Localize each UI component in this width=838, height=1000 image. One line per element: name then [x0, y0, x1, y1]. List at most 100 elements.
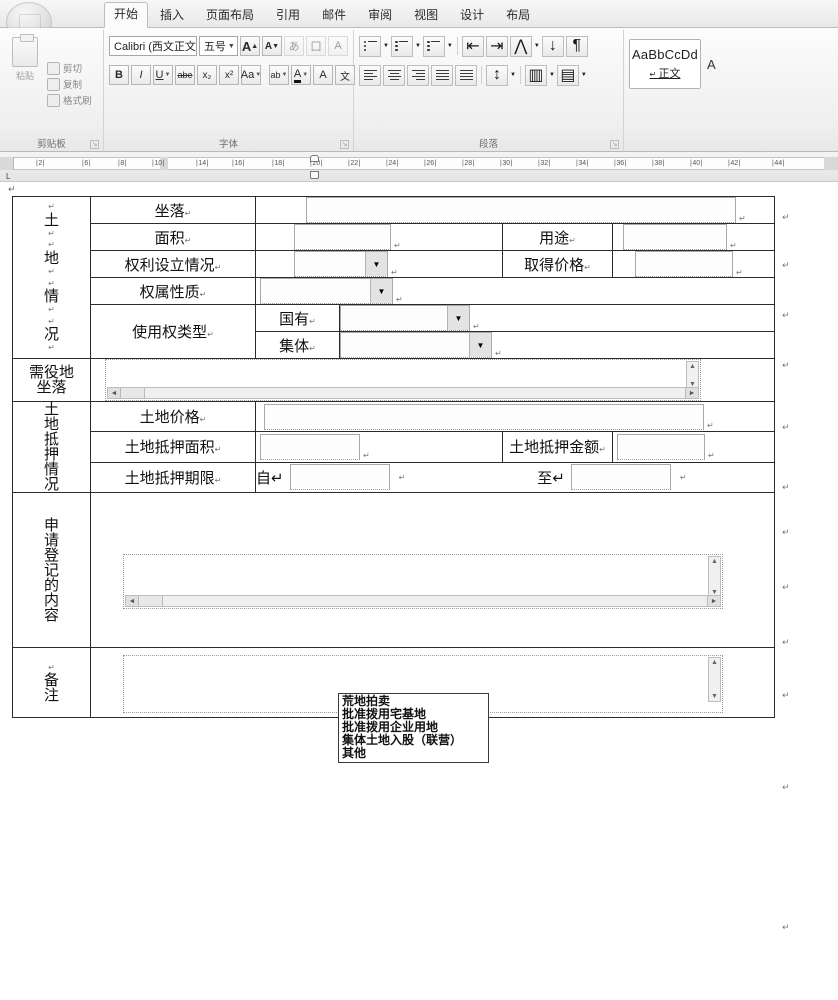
dropdown-option[interactable]: 其他: [339, 747, 488, 760]
style-next-preview[interactable]: A: [707, 57, 716, 72]
label-acquire-price: 取得价格↵: [502, 250, 613, 278]
document-canvas[interactable]: ↵ ↵ 土 ↵ ↵ 地 ↵ ↵ 情 ↵ ↵ 况 ↵ 坐落↵ ↵ 面积↵ ↵ 用途…: [0, 182, 838, 1000]
distribute-button[interactable]: [455, 64, 477, 86]
scroll-right-icon[interactable]: ►: [685, 388, 698, 398]
font-color-button[interactable]: A ▼: [291, 65, 311, 85]
shrink-font-button[interactable]: A ▼: [262, 36, 282, 56]
land-price-input[interactable]: [264, 403, 704, 430]
collective-dropdown-list[interactable]: 荒地拍卖 批准拨用宅基地 批准拨用企业用地 集体土地入股（联营） 其他: [338, 693, 489, 763]
decrease-indent-button[interactable]: ⇤: [461, 35, 484, 57]
tab-page-layout[interactable]: 页面布局: [196, 3, 264, 28]
tab-stop-selector[interactable]: L: [6, 172, 10, 181]
borders-button[interactable]: ▤: [556, 64, 579, 86]
horizontal-scrollbar[interactable]: ◄ ►: [107, 387, 699, 399]
subscript-button[interactable]: x₂: [197, 65, 217, 85]
label-location-text: 坐落: [154, 202, 185, 220]
multilevel-list-button[interactable]: [422, 35, 445, 57]
style-normal[interactable]: AaBbCcDd 正文: [629, 39, 701, 89]
vertical-scrollbar[interactable]: ▲ ▼: [708, 555, 721, 598]
chevron-down-icon[interactable]: ▼: [447, 306, 469, 330]
ownership-nature-dropdown[interactable]: ▼: [260, 278, 393, 304]
grow-font-button[interactable]: A ▲: [240, 36, 260, 56]
justify-button[interactable]: [431, 64, 453, 86]
increase-indent-button[interactable]: ⇥: [485, 35, 508, 57]
text-effects-button[interactable]: A: [313, 65, 333, 85]
paragraph-mark: ↵: [782, 690, 790, 700]
chevron-down-icon[interactable]: ▼: [365, 252, 387, 276]
italic-button[interactable]: I: [131, 65, 151, 85]
scroll-left-icon[interactable]: ◄: [108, 388, 121, 398]
line-spacing-button[interactable]: ↕: [486, 64, 508, 86]
scroll-right-icon[interactable]: ►: [707, 595, 720, 606]
copy-button[interactable]: 复制: [47, 77, 92, 91]
sort-button[interactable]: ↓: [541, 35, 564, 57]
underline-button[interactable]: U ▼: [153, 65, 173, 85]
tab-design[interactable]: 设计: [450, 3, 494, 28]
bold-button[interactable]: B: [109, 65, 129, 85]
numbering-button[interactable]: [390, 35, 413, 57]
paste-button[interactable]: 粘贴: [5, 33, 45, 135]
mortgage-to-input[interactable]: [570, 464, 671, 491]
format-painter-button[interactable]: 格式刷: [47, 93, 92, 107]
hanging-indent-marker[interactable]: [310, 171, 319, 179]
apply-content-textbox[interactable]: ▲ ▼ ◄ ►: [123, 553, 723, 609]
paragraph-dialog-launcher[interactable]: ↘: [610, 140, 619, 149]
show-formatting-marks-button[interactable]: ¶: [565, 35, 588, 57]
align-center-button[interactable]: [383, 64, 405, 86]
label-mortgage-amount-text: 土地抵押金额: [509, 439, 600, 457]
scroll-up-icon[interactable]: ▲: [687, 362, 698, 371]
cut-button[interactable]: 剪切: [47, 61, 92, 75]
tab-view[interactable]: 视图: [404, 3, 448, 28]
character-border-button[interactable]: 囗: [306, 36, 326, 56]
tab-home[interactable]: 开始: [104, 2, 149, 28]
scroll-thumb[interactable]: [121, 388, 145, 398]
usage-input[interactable]: [623, 224, 727, 250]
vertical-scrollbar[interactable]: ▲ ▼: [686, 361, 699, 390]
mortgage-amount-input[interactable]: [617, 433, 705, 460]
servient-location-textbox[interactable]: ▲ ▼ ◄ ►: [105, 359, 701, 401]
chevron-down-icon[interactable]: ▼: [469, 333, 491, 357]
font-size-combo[interactable]: 五号 ▼: [198, 36, 238, 56]
scroll-thumb[interactable]: [139, 595, 163, 606]
tab-references[interactable]: 引用: [266, 3, 310, 28]
tab-layout[interactable]: 布局: [496, 3, 540, 28]
first-line-indent-marker[interactable]: [310, 155, 319, 162]
group-paragraph: ▼ ▼ ▼ ⇤ ⇥ ⋀ ▼ ↓ ¶ ↕ ▼ ▥ ▼ ▤ ▼ 段落 ↘: [354, 30, 624, 151]
text-highlight-button[interactable]: ab ▼: [269, 65, 289, 85]
scroll-up-icon[interactable]: ▲: [709, 658, 720, 667]
chevron-down-icon[interactable]: ▼: [370, 279, 392, 303]
tab-insert[interactable]: 插入: [150, 3, 194, 28]
mortgage-from-input[interactable]: [289, 464, 390, 491]
change-case-button[interactable]: Aa ▼: [241, 65, 261, 85]
font-dialog-launcher[interactable]: ↘: [340, 140, 349, 149]
state-owned-dropdown[interactable]: ▼: [340, 305, 470, 331]
vertical-char: 内: [43, 591, 59, 609]
mortgage-area-input[interactable]: [260, 433, 360, 460]
tab-review[interactable]: 审阅: [358, 3, 402, 28]
right-establish-dropdown[interactable]: ▼: [294, 251, 388, 277]
scroll-down-icon[interactable]: ▼: [709, 692, 720, 701]
section-label-remark: ↵ 备 注: [12, 647, 91, 718]
font-name-combo[interactable]: Calibri (西文正文) ▼: [109, 36, 197, 56]
scroll-up-icon[interactable]: ▲: [709, 557, 720, 566]
asian-layout-button[interactable]: ⋀: [509, 35, 532, 57]
enclose-character-button[interactable]: 文: [335, 65, 355, 85]
tab-mailings[interactable]: 邮件: [312, 3, 356, 28]
horizontal-scrollbar[interactable]: ◄ ►: [125, 594, 721, 607]
strikethrough-button[interactable]: abe: [175, 65, 195, 85]
location-input[interactable]: [306, 197, 736, 223]
phonetic-guide-button[interactable]: あ: [284, 36, 304, 56]
acquire-price-input[interactable]: [635, 251, 733, 277]
clear-formatting-button[interactable]: A: [328, 36, 348, 56]
superscript-button[interactable]: x²: [219, 65, 239, 85]
align-right-button[interactable]: [407, 64, 429, 86]
area-input[interactable]: [294, 224, 391, 250]
shading-button[interactable]: ▥: [524, 64, 547, 86]
collective-dropdown[interactable]: ▼: [340, 332, 492, 358]
bullets-button[interactable]: [359, 35, 381, 57]
vertical-scrollbar[interactable]: ▲ ▼: [708, 656, 721, 702]
align-left-button[interactable]: [359, 64, 381, 86]
scroll-left-icon[interactable]: ◄: [126, 595, 139, 606]
clipboard-dialog-launcher[interactable]: ↘: [90, 140, 99, 149]
horizontal-ruler[interactable]: L 2 6 8 10 14 16 18 20 22 24 26 28 30 32…: [0, 152, 838, 182]
